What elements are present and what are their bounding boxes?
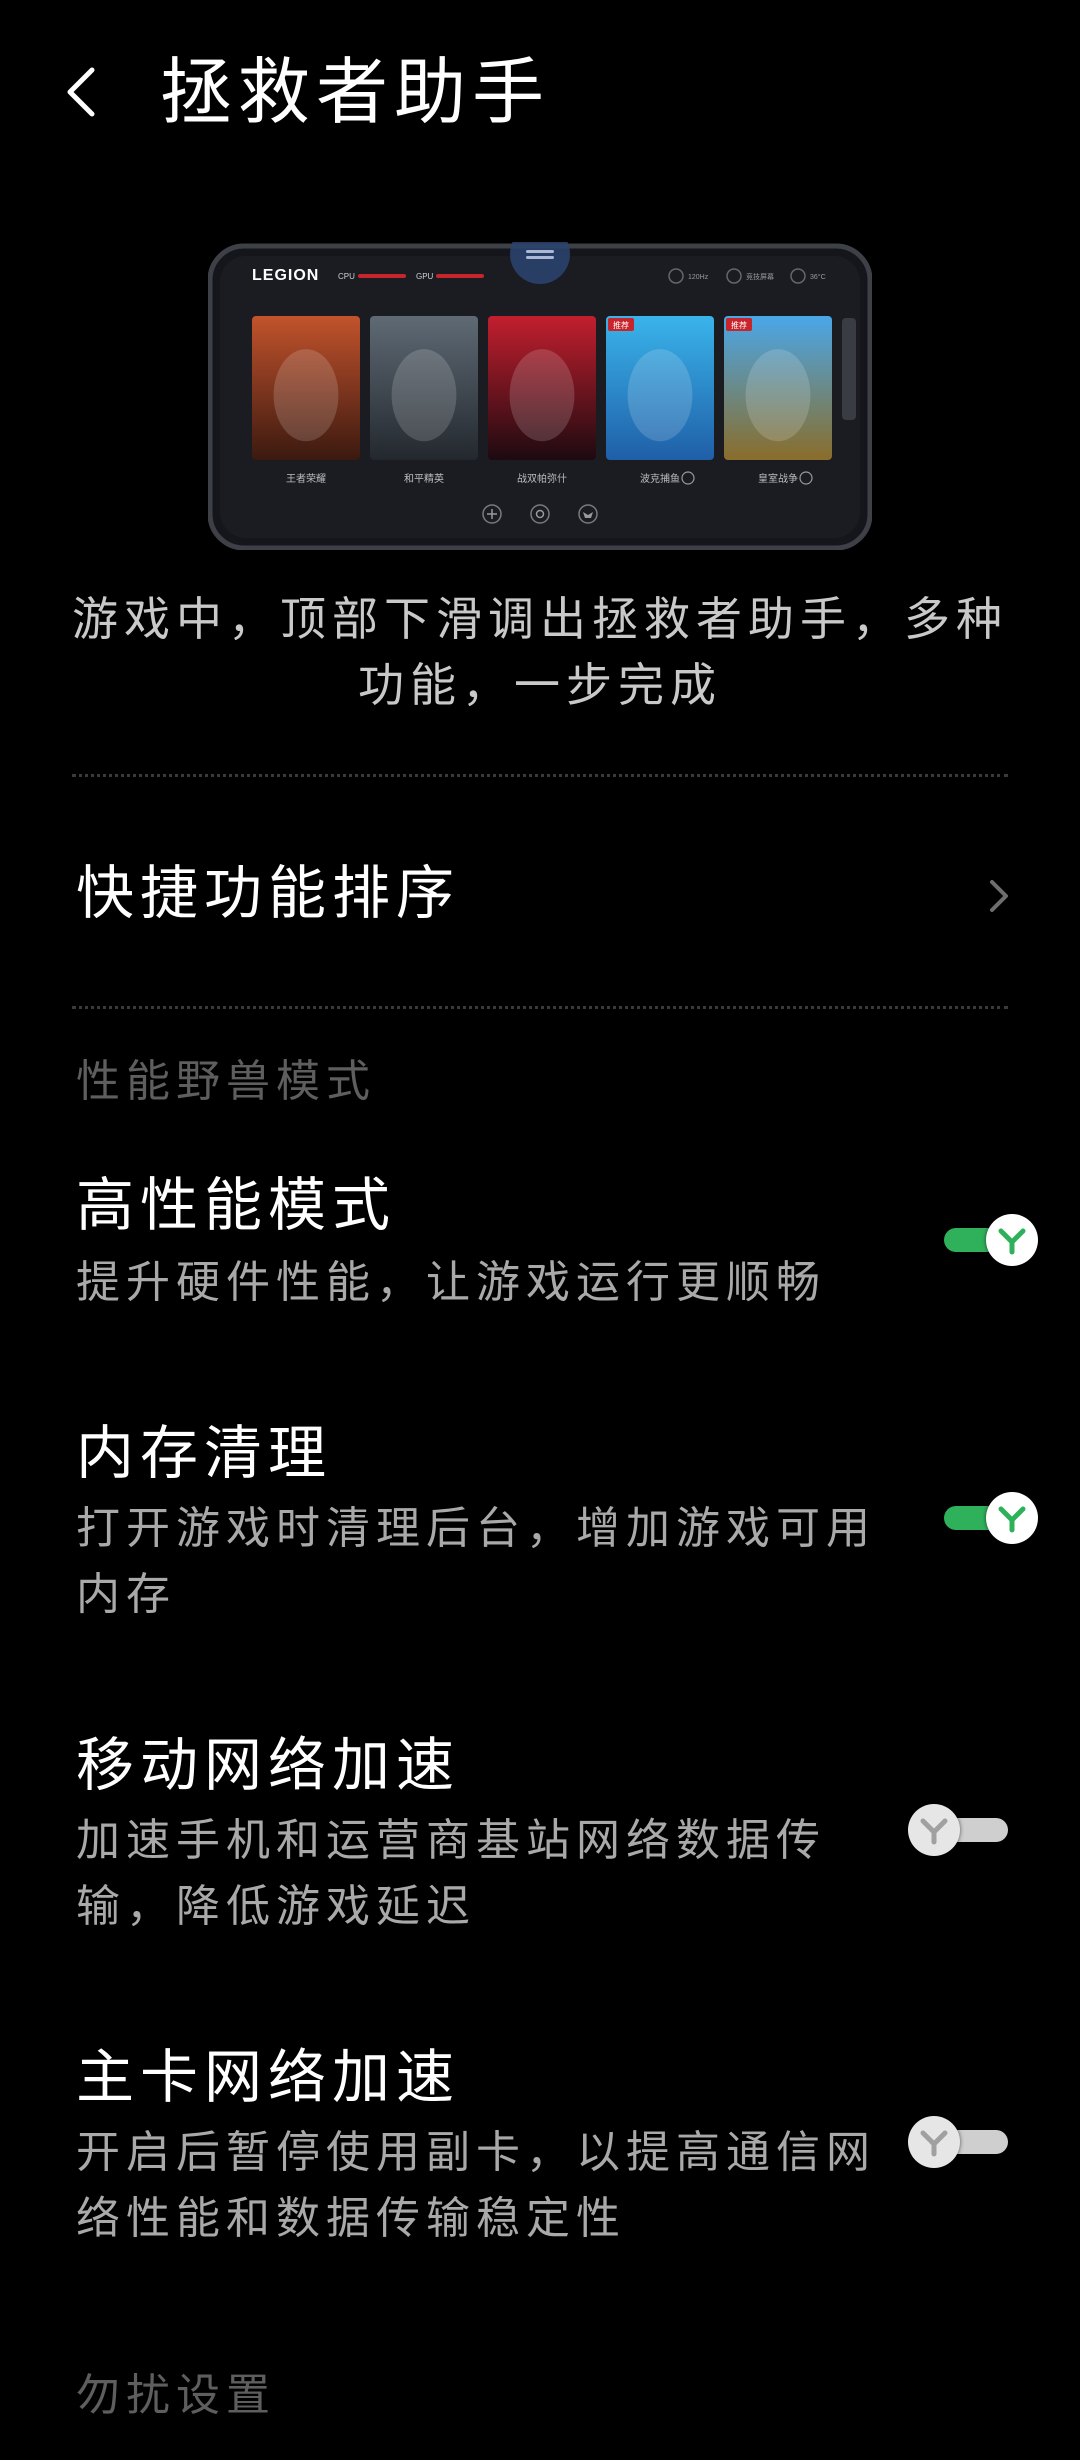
setting-title: 高性能模式 xyxy=(76,1171,397,1239)
setting-title: 主卡网络加速 xyxy=(76,2043,461,2111)
game-art xyxy=(745,349,811,442)
setting-subtitle: 加速手机和运营商基站网络数据传 输，降低游戏延迟 xyxy=(76,1815,826,1932)
game-label: 和平精英 xyxy=(404,472,444,485)
high-performance-toggle[interactable] xyxy=(936,1214,1038,1270)
intro-line-1: 游戏中，顶部下滑调出拯救者助手，多种 xyxy=(72,592,1008,646)
setting-subtitle: 开启后暂停使用副卡，以提高通信网 络性能和数据传输稳定性 xyxy=(76,2127,876,2244)
game-art xyxy=(627,349,693,442)
assistant-preview-image: LEGION CPU GPU 120Hz 竞技屏幕 36°C 王者荣耀 和平精英 战… xyxy=(208,242,872,550)
game-art xyxy=(391,349,457,442)
cpu-label: CPU xyxy=(338,272,355,281)
refresh-rate: 120Hz xyxy=(688,274,709,281)
recommend-badge-label: 推荐 xyxy=(731,320,747,330)
toggle-knob xyxy=(986,1492,1038,1544)
legion-logo: LEGION xyxy=(252,267,319,284)
legion-y-icon xyxy=(920,1818,948,1845)
legion-y-icon xyxy=(998,1228,1026,1255)
setting-subtitle: 打开游戏时清理后台，增加游戏可用 内存 xyxy=(76,1503,876,1620)
setting-title: 移动网络加速 xyxy=(76,1731,461,1799)
setting-subtitle: 提升硬件性能，让游戏运行更顺畅 xyxy=(76,1257,826,1308)
section-dnd-header: 勿扰设置 xyxy=(76,2370,276,2421)
game-label: 波克捕鱼 xyxy=(640,472,680,485)
game-label: 战双帕弥什 xyxy=(517,472,567,485)
game-label: 王者荣耀 xyxy=(286,473,326,485)
primary-sim-boost-toggle[interactable] xyxy=(908,2116,1008,2172)
legion-y-icon xyxy=(920,2130,948,2157)
setting-title: 内存清理 xyxy=(76,1419,333,1487)
toggle-knob xyxy=(908,1804,960,1856)
chevron-right-icon xyxy=(990,880,1008,912)
memory-cleanup-toggle[interactable] xyxy=(936,1492,1038,1548)
temperature: 36°C xyxy=(810,273,826,281)
intro-line-2: 功能，一步完成 xyxy=(358,658,722,712)
quick-sort-label: 快捷功能排序 xyxy=(76,859,461,927)
back-arrow-icon[interactable] xyxy=(62,62,102,122)
toggle-knob xyxy=(908,2116,960,2168)
gpu-label: GPU xyxy=(416,272,434,281)
intro-description: 游戏中，顶部下滑调出拯救者助手，多种 功能，一步完成 xyxy=(60,586,1020,718)
game-art xyxy=(273,349,339,442)
game-label: 皇室战争 xyxy=(758,472,798,485)
legion-y-icon xyxy=(998,1506,1026,1533)
divider xyxy=(72,774,1008,777)
recommend-badge-label: 推荐 xyxy=(613,320,629,330)
page-title: 拯救者助手 xyxy=(160,50,551,134)
mobile-network-boost-toggle[interactable] xyxy=(908,1804,1008,1860)
screen-mode: 竞技屏幕 xyxy=(746,272,774,281)
divider xyxy=(72,1006,1008,1009)
game-art xyxy=(509,349,575,442)
section-performance-header: 性能野兽模式 xyxy=(76,1056,376,1107)
toggle-knob xyxy=(986,1214,1038,1266)
